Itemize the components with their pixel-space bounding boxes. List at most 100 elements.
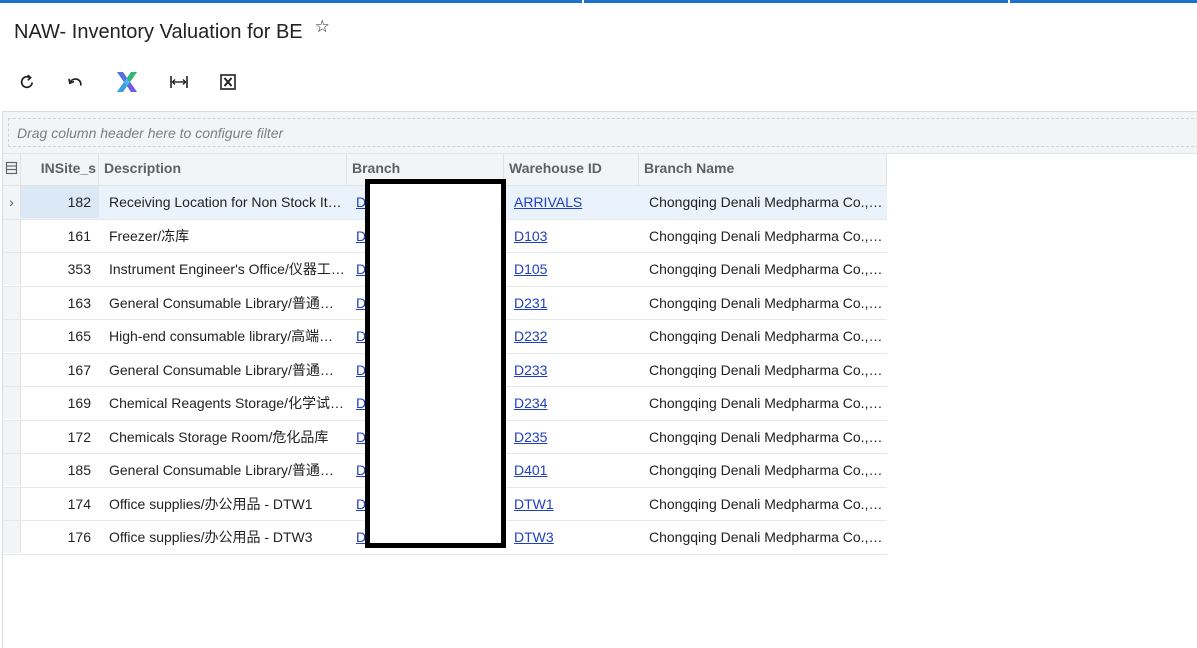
- cell-warehouse-id: D105: [504, 253, 639, 285]
- cell-description-text: General Consumable Library/普通耗材库: [109, 361, 347, 378]
- cell-branch-name-text: Chongqing Denali Medpharma Co., Ltd.: [649, 227, 884, 244]
- cell-warehouse-id-text[interactable]: D103: [514, 228, 547, 244]
- excel-icon: [220, 74, 236, 90]
- cell-description-text: Freezer/冻库: [109, 227, 190, 244]
- cell-description: General Consumable Library/普通耗材库: [99, 454, 347, 486]
- top-accent-bar: [0, 0, 1197, 3]
- cell-warehouse-id-text[interactable]: D401: [514, 462, 547, 478]
- cell-warehouse-id: D234: [504, 387, 639, 419]
- cell-insite: 165: [21, 320, 99, 352]
- cell-insite: 353: [21, 253, 99, 285]
- cell-description-text: Office supplies/办公用品 - DTW3: [109, 529, 313, 545]
- cell-description: Office supplies/办公用品 - DTW1: [99, 488, 347, 520]
- cell-branch-name-text: Chongqing Denali Medpharma Co., Ltd.: [649, 462, 884, 478]
- cell-description: Freezer/冻库: [99, 220, 347, 252]
- cell-insite-text: 172: [67, 428, 91, 445]
- column-header-branch-name[interactable]: Branch Name: [639, 154, 887, 185]
- cell-insite: 172: [21, 421, 99, 453]
- cell-insite-text: 169: [67, 395, 91, 411]
- row-selector[interactable]: [3, 286, 21, 319]
- cell-description: High-end consumable library/高端耗材库: [99, 320, 347, 352]
- cell-description: General Consumable Library/普通耗材库: [99, 287, 347, 319]
- row-selector[interactable]: [3, 454, 21, 486]
- cell-branch-name-text: Chongqing Denali Medpharma Co., Ltd.: [649, 261, 884, 277]
- cell-description: General Consumable Library/普通耗材库: [99, 354, 347, 386]
- cell-description-text: High-end consumable library/高端耗材库: [109, 328, 347, 344]
- row-selector[interactable]: [3, 420, 21, 453]
- undo-icon: [68, 78, 82, 86]
- cell-branch-name: Chongqing Denali Medpharma Co., Ltd.: [639, 421, 884, 453]
- cell-branch-name: Chongqing Denali Medpharma Co., Ltd.: [639, 287, 884, 319]
- cell-branch-name: Chongqing Denali Medpharma Co., Ltd.: [639, 387, 884, 419]
- cell-description: Chemicals Storage Room/危化品库: [99, 421, 347, 453]
- cell-description: Receiving Location for Non Stock Items: [99, 186, 347, 218]
- cell-branch-name-text: Chongqing Denali Medpharma Co., Ltd.: [649, 328, 884, 344]
- cell-insite-text: 182: [67, 194, 91, 210]
- cell-branch-name: Chongqing Denali Medpharma Co., Ltd.: [639, 521, 884, 553]
- cell-insite-text: 165: [67, 328, 91, 344]
- cell-description-text: Office supplies/办公用品 - DTW1: [109, 495, 313, 512]
- column-chooser-button[interactable]: [3, 154, 21, 185]
- cell-warehouse-id: D232: [504, 320, 639, 352]
- add-in-button[interactable]: [111, 66, 143, 98]
- cell-insite: 169: [21, 387, 99, 419]
- cell-insite: 176: [21, 521, 99, 553]
- cell-insite-text: 185: [67, 462, 91, 478]
- row-selector[interactable]: [3, 320, 21, 352]
- cell-warehouse-id-text[interactable]: D232: [514, 328, 547, 344]
- cell-branch-name: Chongqing Denali Medpharma Co., Ltd.: [639, 253, 884, 285]
- cell-description-text: Chemical Reagents Storage/化学试剂库: [109, 395, 347, 411]
- cell-insite: 182: [21, 186, 99, 218]
- cell-insite: 163: [21, 287, 99, 319]
- cell-warehouse-id-text[interactable]: DTW1: [514, 496, 554, 512]
- cell-description: Chemical Reagents Storage/化学试剂库: [99, 387, 347, 419]
- cell-insite-text: 353: [67, 261, 91, 277]
- row-selector[interactable]: [3, 353, 21, 386]
- fit-columns-button[interactable]: [163, 66, 195, 98]
- column-header-description[interactable]: Description: [99, 154, 347, 185]
- page-title: NAW- Inventory Valuation for BE: [14, 21, 303, 43]
- cell-warehouse-id-text[interactable]: D233: [514, 362, 547, 378]
- cell-branch-name-text: Chongqing Denali Medpharma Co., Ltd.: [649, 428, 884, 445]
- cell-description-text: Chemicals Storage Room/危化品库: [109, 428, 329, 445]
- cell-insite: 185: [21, 454, 99, 486]
- cell-warehouse-id: D235: [504, 421, 639, 453]
- row-selector[interactable]: [3, 387, 21, 419]
- cell-warehouse-id-text[interactable]: D235: [514, 429, 547, 445]
- cell-insite: 161: [21, 220, 99, 252]
- row-selector[interactable]: [3, 521, 21, 553]
- favorite-star-icon[interactable]: ☆: [315, 18, 330, 36]
- cell-warehouse-id-text[interactable]: D105: [514, 261, 547, 277]
- cell-branch-name: Chongqing Denali Medpharma Co., Ltd.: [639, 320, 884, 352]
- cell-warehouse-id: D231: [504, 287, 639, 319]
- row-selector[interactable]: [3, 219, 21, 252]
- cell-insite-text: 161: [67, 227, 91, 244]
- cell-description: Instrument Engineer's Office/仪器工程师办公室: [99, 253, 347, 285]
- cell-warehouse-id-text[interactable]: DTW3: [514, 529, 554, 545]
- export-excel-button[interactable]: [212, 66, 244, 98]
- cell-insite-text: 174: [67, 495, 91, 512]
- cell-branch-name: Chongqing Denali Medpharma Co., Ltd.: [639, 186, 884, 218]
- cell-branch-name: Chongqing Denali Medpharma Co., Ltd.: [639, 354, 884, 386]
- cell-warehouse-id: D401: [504, 454, 639, 486]
- cell-branch-name: Chongqing Denali Medpharma Co., Ltd.: [639, 220, 884, 252]
- cell-warehouse-id-text[interactable]: D231: [514, 295, 547, 311]
- refresh-button[interactable]: [11, 66, 43, 98]
- cell-warehouse-id-text[interactable]: ARRIVALS: [514, 194, 582, 210]
- filter-strip: Drag column header here to configure fil…: [3, 112, 1197, 154]
- cell-branch-name: Chongqing Denali Medpharma Co., Ltd.: [639, 454, 884, 486]
- row-selector[interactable]: [3, 253, 21, 285]
- undo-button[interactable]: [59, 66, 91, 98]
- filter-drop-zone[interactable]: Drag column header here to configure fil…: [8, 118, 1197, 147]
- column-header-insite[interactable]: INSite_s: [21, 154, 99, 185]
- cell-warehouse-id: DTW1: [504, 488, 639, 520]
- row-selector-chevron-icon[interactable]: ›: [3, 186, 21, 218]
- cell-warehouse-id: DTW3: [504, 521, 639, 553]
- row-selector[interactable]: [3, 487, 21, 520]
- grid-panel: Drag column header here to configure fil…: [2, 111, 1197, 648]
- cell-branch-name-text: Chongqing Denali Medpharma Co., Ltd.: [649, 529, 884, 545]
- cell-warehouse-id-text[interactable]: D234: [514, 395, 547, 411]
- cell-warehouse-id: ARRIVALS: [504, 186, 639, 218]
- cell-description-text: General Consumable Library/普通耗材库: [109, 462, 347, 478]
- column-header-warehouse-id[interactable]: Warehouse ID: [504, 154, 639, 185]
